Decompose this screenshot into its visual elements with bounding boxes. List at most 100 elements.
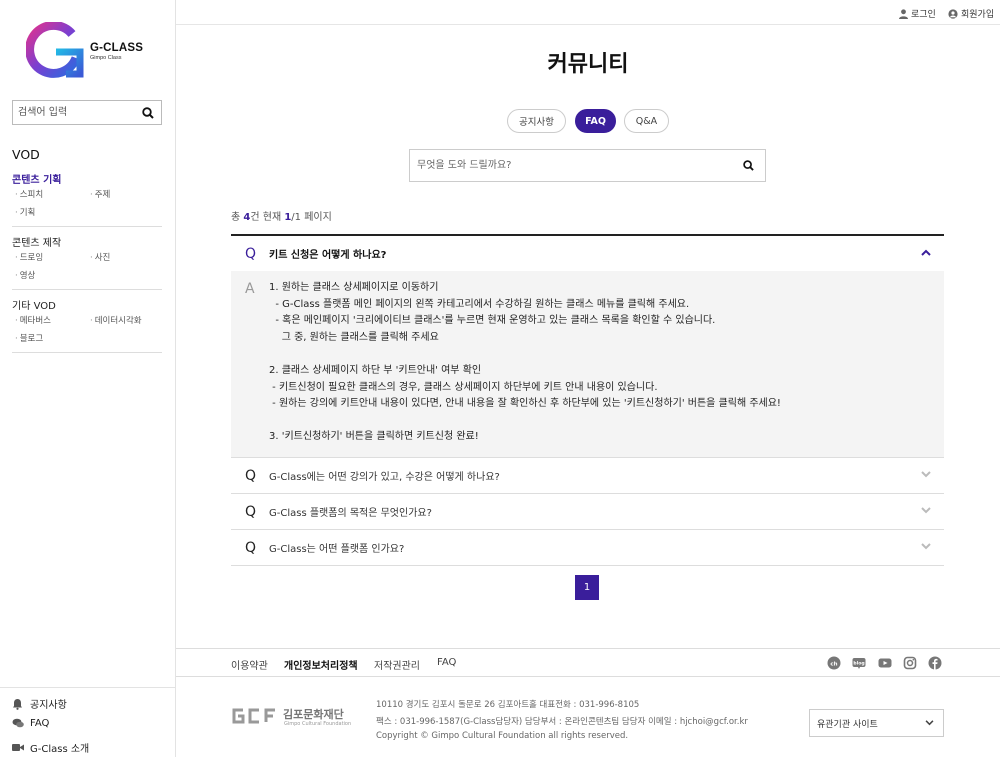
category-content-production: 콘텐츠 제작 드로잉 사진 영상 xyxy=(12,234,162,290)
answer-line: - G-Class 플랫폼 메인 페이지의 왼쪽 카테고리에서 수강하길 원하는… xyxy=(269,298,690,310)
family-site-select[interactable]: 유관기관 사이트 xyxy=(809,709,944,737)
count-prefix: 총 xyxy=(231,212,244,223)
footer-address: 10110 경기도 김포시 돌문로 26 김포아트홀 대표전화 : 031-99… xyxy=(376,700,640,710)
category-item[interactable]: 영상 xyxy=(12,269,87,287)
category-item[interactable]: 데이터시각화 xyxy=(87,314,162,332)
login-link[interactable]: 로그인 xyxy=(899,7,936,20)
footer-link-terms[interactable]: 이용약관 xyxy=(231,657,268,672)
footer-link-faq[interactable]: FAQ xyxy=(437,657,456,668)
answer-line: 2. 클래스 상세페이지 하단 부 '키트안내' 여부 확인 xyxy=(269,364,482,376)
chevron-down-icon[interactable] xyxy=(921,471,931,478)
sidebar-link-faq[interactable]: FAQ xyxy=(12,718,162,729)
q-mark: Q xyxy=(245,245,257,262)
category-title[interactable]: 콘텐츠 기획 xyxy=(12,171,162,188)
sidebar-search-input[interactable] xyxy=(13,101,133,124)
count-suffix: /1 페이지 xyxy=(291,212,332,223)
svg-text:blog: blog xyxy=(853,661,864,667)
category-item[interactable]: 주제 xyxy=(87,188,162,206)
category-item[interactable]: 메타버스 xyxy=(12,314,87,332)
answer-line: 그 중, 원하는 클래스를 클릭해 주세요 xyxy=(269,331,439,343)
vod-heading: VOD xyxy=(12,147,40,162)
gclass-logo-mark-icon xyxy=(26,22,84,78)
faq-question: 키트 신청은 어떻게 하나요? xyxy=(269,250,387,261)
search-icon[interactable] xyxy=(743,160,754,171)
answer-line xyxy=(269,346,781,363)
faq-list: Q 키트 신청은 어떻게 하나요? A 1. 원하는 클래스 상세페이지로 이동… xyxy=(231,234,944,566)
bell-icon xyxy=(12,698,24,710)
answer-line: - 키트신청이 필요한 클래스의 경우, 클래스 상세페이지 하단부에 키트 안… xyxy=(269,381,658,393)
org-name: 김포문화재단 xyxy=(283,708,344,721)
signup-link[interactable]: 회원가입 xyxy=(948,7,994,20)
chevron-down-icon[interactable] xyxy=(921,507,931,514)
signup-label: 회원가입 xyxy=(961,10,995,20)
a-mark: A xyxy=(245,281,255,297)
answer-line: 1. 원하는 클래스 상세페이지로 이동하기 xyxy=(269,282,439,293)
user-circle-icon xyxy=(948,8,958,19)
sidebar-link-label: G-Class 소개 xyxy=(30,744,90,755)
q-mark: Q xyxy=(245,539,257,556)
q-mark: Q xyxy=(245,467,257,484)
faq-question: G-Class 플랫폼의 목적은 무엇인가요? xyxy=(269,508,432,519)
blog-icon[interactable]: blog xyxy=(852,656,866,670)
faq-question-row[interactable]: Q G-Class는 어떤 플랫폼 인가요? xyxy=(231,530,944,565)
search-icon[interactable] xyxy=(142,107,154,119)
category-item[interactable]: 블로그 xyxy=(12,332,87,350)
category-other-vod: 기타 VOD 메타버스 데이터시각화 블로그 xyxy=(12,297,162,353)
sidebar-link-about[interactable]: G-Class 소개 xyxy=(12,740,162,755)
footer-contact: 팩스 : 031-996-1587(G-Class담당자) 담당부서 : 온라인… xyxy=(376,717,748,727)
sidebar-link-label: FAQ xyxy=(30,718,50,729)
faq-item: Q G-Class에는 어떤 강의가 있고, 수강은 어떻게 하나요? xyxy=(231,458,944,494)
category-item[interactable]: 드로잉 xyxy=(12,251,87,269)
instagram-icon[interactable] xyxy=(903,656,917,670)
category-item[interactable]: 기획 xyxy=(12,206,87,224)
count-mid: 건 현재 xyxy=(250,212,285,223)
answer-line: - 원하는 강의에 키트안내 내용이 있다면, 안내 내용을 잘 확인하신 후 … xyxy=(269,398,781,410)
gclass-logo[interactable]: G-CLASS Gimpo Class xyxy=(26,22,156,82)
tab-faq[interactable]: FAQ xyxy=(575,109,616,133)
youtube-icon[interactable] xyxy=(878,656,892,670)
answer-line xyxy=(269,413,781,430)
faq-question: G-Class는 어떤 플랫폼 인가요? xyxy=(269,544,405,555)
chevron-up-icon[interactable] xyxy=(921,249,931,256)
tab-qna[interactable]: Q&A xyxy=(624,109,669,133)
faq-answer: A 1. 원하는 클래스 상세페이지로 이동하기 - G-Class 플랫폼 메… xyxy=(231,271,944,457)
sidebar: G-CLASS Gimpo Class VOD 콘텐츠 기획 스피치 주제 기획… xyxy=(0,0,176,757)
faq-question-row[interactable]: Q 키트 신청은 어떻게 하나요? xyxy=(231,236,944,271)
q-mark: Q xyxy=(245,503,257,520)
svg-text:ch: ch xyxy=(830,661,837,667)
footer-link-privacy[interactable]: 개인정보처리정책 xyxy=(284,657,358,672)
category-title[interactable]: 기타 VOD xyxy=(12,297,162,314)
brand-sub: Gimpo Class xyxy=(90,55,122,61)
answer-line: 3. '키트신청하기' 버튼을 클릭하면 키트신청 완료! xyxy=(269,431,479,443)
footer-nav: 이용약관 개인정보처리정책 저작권관리 FAQ ch blog xyxy=(176,648,1000,677)
faq-question-row[interactable]: Q G-Class에는 어떤 강의가 있고, 수강은 어떻게 하나요? xyxy=(231,458,944,493)
answer-line: - 혹은 메인페이지 '크리에이티브 클래스'를 누르면 현재 운영하고 있는 … xyxy=(269,315,716,327)
result-count: 총 4건 현재 1/1 페이지 xyxy=(231,208,332,223)
category-item[interactable]: 사진 xyxy=(87,251,162,269)
user-icon xyxy=(899,8,908,19)
top-bar: 로그인 회원가입 xyxy=(176,0,1000,25)
faq-item: Q G-Class는 어떤 플랫폼 인가요? xyxy=(231,530,944,566)
category-title[interactable]: 콘텐츠 제작 xyxy=(12,234,162,251)
pagination-page-1[interactable]: 1 xyxy=(575,575,599,600)
brand-name: G-CLASS xyxy=(90,42,144,54)
kakao-icon[interactable]: ch xyxy=(827,656,841,670)
faq-search-input[interactable] xyxy=(410,150,720,181)
gcf-logo-mark-icon xyxy=(232,708,275,724)
sidebar-search-box xyxy=(12,100,162,125)
org-sub: Gimpo Cultural Foundation xyxy=(284,721,352,727)
category-content-planning: 콘텐츠 기획 스피치 주제 기획 xyxy=(12,171,162,227)
chevron-down-icon[interactable] xyxy=(921,543,931,550)
faq-item: Q G-Class 플랫폼의 목적은 무엇인가요? xyxy=(231,494,944,530)
sidebar-link-notice[interactable]: 공지사항 xyxy=(12,696,162,711)
faq-search-box xyxy=(409,149,766,182)
category-item[interactable]: 스피치 xyxy=(12,188,87,206)
chat-icon xyxy=(12,718,24,729)
faq-question-row[interactable]: Q G-Class 플랫폼의 목적은 무엇인가요? xyxy=(231,494,944,529)
login-label: 로그인 xyxy=(911,10,936,20)
footer-link-copyright[interactable]: 저작권관리 xyxy=(374,657,420,672)
facebook-icon[interactable] xyxy=(928,656,942,670)
tab-notice[interactable]: 공지사항 xyxy=(507,109,566,133)
video-icon xyxy=(12,743,24,752)
faq-item: Q 키트 신청은 어떻게 하나요? A 1. 원하는 클래스 상세페이지로 이동… xyxy=(231,236,944,458)
